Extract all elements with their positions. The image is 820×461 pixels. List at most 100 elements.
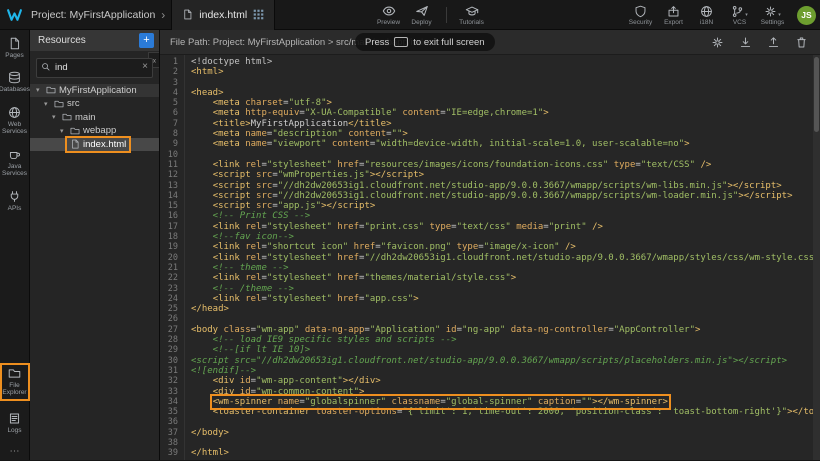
caret-down-icon[interactable]: ▾	[60, 127, 67, 135]
plug-icon	[8, 190, 21, 203]
resource-search: ×	[36, 57, 153, 78]
eye-icon	[382, 4, 396, 18]
git-branch-icon	[731, 5, 744, 18]
sidebar-item-label: Databases	[0, 86, 30, 93]
sidebar-item-label: File Explorer	[1, 382, 29, 397]
sidebar-item-java-services[interactable]: Java Services	[0, 148, 29, 178]
divider	[446, 7, 447, 23]
vcs-button[interactable]: ▾ VCS	[723, 5, 756, 26]
chevron-down-icon: ▾	[745, 13, 748, 18]
folder-icon	[62, 112, 72, 122]
upload-icon[interactable]	[767, 36, 780, 49]
wavemaker-logo-icon[interactable]	[6, 6, 23, 23]
code-editor: File Path: Project: MyFirstApplication >…	[160, 30, 820, 460]
sidebar-item-pages[interactable]: Pages	[0, 37, 29, 59]
sidebar-item-label: APIs	[8, 205, 22, 212]
caret-down-icon[interactable]: ▾	[44, 100, 51, 108]
resources-header: Resources +	[30, 30, 159, 51]
action-label: VCS	[733, 19, 746, 26]
tree-item-label: MyFirstApplication	[59, 85, 137, 96]
trash-icon[interactable]	[795, 36, 808, 49]
i18n-button[interactable]: i18N	[690, 5, 723, 26]
user-avatar[interactable]: JS	[797, 6, 816, 25]
action-label: Security	[629, 19, 652, 26]
fullscreen-tooltip: Press to exit full screen	[355, 33, 495, 51]
file-path-bar: File Path: Project: MyFirstApplication >…	[160, 30, 820, 55]
folder-icon	[54, 99, 64, 109]
chevron-down-icon: ▾	[778, 13, 781, 18]
sidebar-item-databases[interactable]: Databases	[0, 71, 29, 93]
tree-item-label: main	[75, 112, 96, 123]
tree-item-label: webapp	[83, 125, 116, 136]
sidebar-item-logs[interactable]: Logs	[0, 412, 29, 434]
action-label: Tutorials	[459, 19, 484, 26]
preview-button[interactable]: Preview	[372, 4, 405, 26]
tree-item-project[interactable]: ▾ MyFirstApplication	[30, 84, 159, 98]
sidebar-item-label: Web Services	[0, 121, 29, 136]
resources-panel: Resources + « × ▾ MyFirstApplication ▾ s…	[30, 30, 160, 460]
tree-item-webapp[interactable]: ▾ webapp	[30, 124, 159, 138]
graduation-cap-icon	[465, 4, 479, 18]
editor-settings-gear-icon[interactable]	[711, 36, 724, 49]
line-numbers: 1234567891011121314151617181920212223242…	[160, 55, 185, 460]
grid-view-icon[interactable]	[253, 9, 264, 20]
coffee-cup-icon	[8, 148, 21, 161]
sidebar-item-apis[interactable]: APIs	[0, 190, 29, 212]
export-box-icon	[667, 5, 680, 18]
file-icon	[70, 139, 80, 149]
tab-label: index.html	[199, 9, 247, 21]
security-button[interactable]: Security	[624, 5, 657, 26]
esc-key-icon	[394, 37, 408, 47]
sidebar-item-label: Pages	[5, 52, 23, 59]
code-content[interactable]: <!doctype html><html> <head> <meta chars…	[185, 55, 820, 460]
globe-icon	[8, 106, 21, 119]
action-label: Preview	[377, 19, 400, 26]
sidebar-more-button[interactable]: ⋯	[10, 446, 20, 457]
folder-icon	[46, 85, 56, 95]
tree-item-main[interactable]: ▾ main	[30, 111, 159, 125]
caret-down-icon[interactable]: ▾	[36, 86, 43, 94]
caret-down-icon[interactable]: ▾	[52, 113, 59, 121]
tooltip-text: Press	[365, 37, 389, 48]
search-icon	[41, 62, 51, 72]
action-label: Deploy	[411, 19, 431, 26]
tree-item-label: src	[67, 98, 80, 109]
globe-icon	[700, 5, 713, 18]
folder-icon	[8, 367, 21, 380]
action-label: Export	[664, 19, 683, 26]
rocket-icon	[415, 4, 429, 18]
project-name: Project: MyFirstApplication	[31, 9, 155, 21]
page-icon	[8, 37, 21, 50]
sidebar-item-label: Java Services	[0, 163, 29, 178]
scrollbar-thumb[interactable]	[814, 57, 819, 132]
code-area: 1234567891011121314151617181920212223242…	[160, 55, 820, 460]
editor-scrollbar[interactable]	[813, 55, 820, 460]
tree-item-label: index.html	[83, 139, 126, 150]
annotation-highlight: index.html	[68, 139, 128, 150]
resource-tree: ▾ MyFirstApplication ▾ src ▾ main ▾ weba…	[30, 84, 159, 152]
database-icon	[8, 71, 21, 84]
tutorials-button[interactable]: Tutorials	[455, 4, 488, 26]
export-button[interactable]: Export	[657, 5, 690, 26]
settings-button[interactable]: ▾ Settings	[756, 5, 789, 26]
topbar: Project: MyFirstApplication › index.html…	[0, 0, 820, 30]
clear-search-icon[interactable]: ×	[142, 61, 148, 72]
action-label: Settings	[761, 19, 785, 26]
sidebar-item-file-explorer[interactable]: File Explorer	[1, 364, 29, 400]
tree-item-index-html[interactable]: index.html	[30, 138, 159, 152]
shield-icon	[634, 5, 647, 18]
chevron-right-icon: ›	[161, 8, 165, 22]
folder-icon	[70, 126, 80, 136]
resources-title: Resources	[38, 35, 86, 46]
tree-item-src[interactable]: ▾ src	[30, 97, 159, 111]
logs-icon	[8, 412, 21, 425]
deploy-button[interactable]: Deploy	[405, 4, 438, 26]
download-icon[interactable]	[739, 36, 752, 49]
tooltip-text: to exit full screen	[413, 37, 484, 48]
tab-index-html[interactable]: index.html	[171, 0, 275, 30]
sidebar-item-label: Logs	[7, 427, 21, 434]
file-icon	[182, 9, 193, 20]
add-resource-button[interactable]: +	[139, 33, 154, 48]
sidebar-item-web-services[interactable]: Web Services	[0, 106, 29, 136]
search-input[interactable]	[36, 58, 153, 78]
